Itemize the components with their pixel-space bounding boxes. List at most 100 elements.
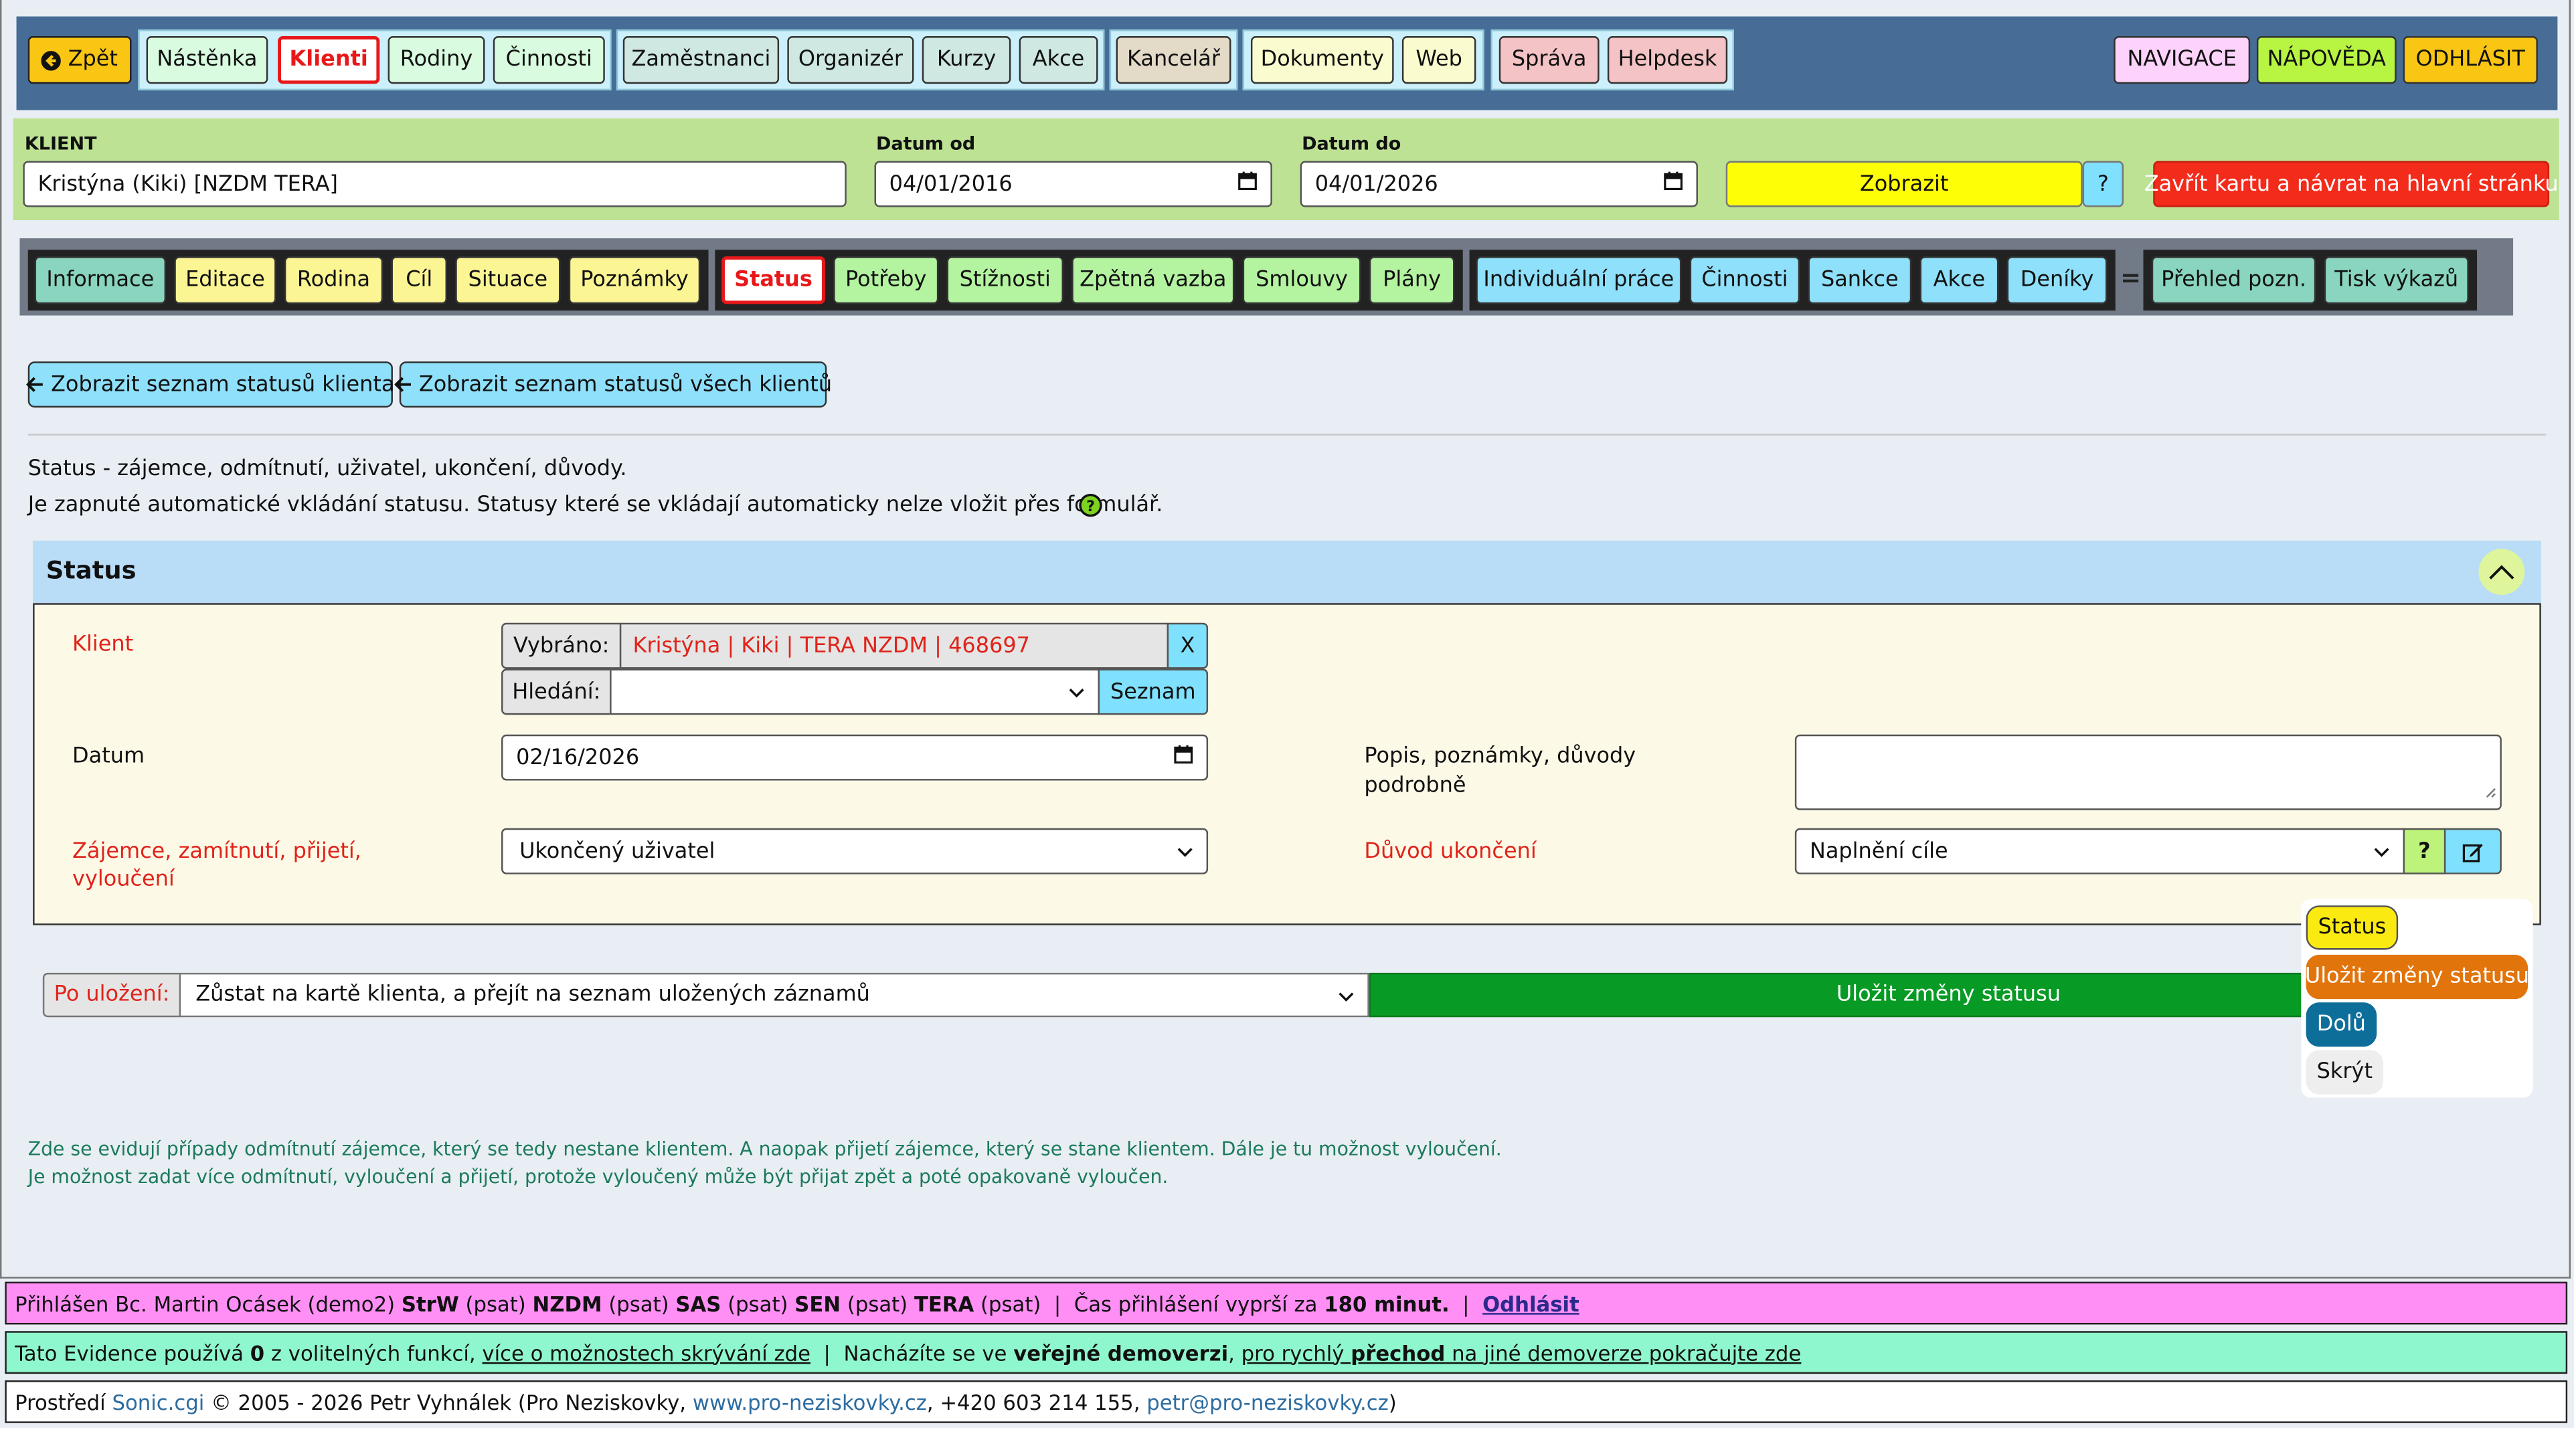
- close-card-button[interactable]: Zavřít kartu a návrat na hlavní stránku: [2144, 161, 2559, 207]
- footer-logout-link[interactable]: Odhlásit: [1482, 1291, 1579, 1315]
- date-from-input[interactable]: 04/01/2016: [874, 161, 1272, 207]
- footer-separator: |: [1053, 1291, 1061, 1315]
- client-search-select[interactable]: [610, 668, 1100, 715]
- svg-text:?: ?: [1086, 498, 1095, 515]
- tab-cil[interactable]: Cíl: [391, 256, 448, 304]
- role-sen-perm: (psat): [847, 1291, 908, 1315]
- list-client-statuses-button[interactable]: Zobrazit seznam statusů klienta: [26, 361, 394, 408]
- tab-potreby[interactable]: Potřeby: [833, 256, 939, 304]
- app-root: Zpět Nástěnka Klienti Rodiny Činnosti Za…: [0, 0, 2574, 1429]
- role-tera: TERA: [914, 1291, 974, 1315]
- reason-select[interactable]: Naplnění cíle: [1794, 828, 2405, 875]
- nav-web[interactable]: Web: [1401, 36, 1476, 84]
- expire-value: 180 minut.: [1324, 1291, 1450, 1315]
- help-circle-icon[interactable]: ?: [1078, 493, 1103, 518]
- client-label: KLIENT: [24, 132, 97, 155]
- demo-switch-link[interactable]: pro rychlý přechod na jiné demoverze pok…: [1241, 1340, 1802, 1365]
- nav-kancelar[interactable]: Kancelář: [1116, 36, 1231, 84]
- content-border-left: [0, 0, 2, 1279]
- demo-link-a: pro rychlý: [1241, 1340, 1345, 1365]
- tab-editace[interactable]: Editace: [174, 256, 276, 304]
- demo-prefix: Nacházíte se ve: [843, 1340, 1007, 1365]
- nav-kurzy[interactable]: Kurzy: [922, 36, 1011, 84]
- status-date-input[interactable]: 02/16/2026: [501, 734, 1209, 781]
- tab-informace[interactable]: Informace: [34, 256, 167, 304]
- reason-edit-button[interactable]: [2443, 828, 2502, 875]
- tab-status[interactable]: Status: [721, 256, 825, 304]
- notes-label-line-2: podrobně: [1364, 774, 1466, 799]
- list-all-statuses-label: Zobrazit seznam statusů všech klientů: [418, 372, 833, 397]
- nav-cinnosti[interactable]: Činnosti: [493, 36, 605, 84]
- status-panel-title: Status: [46, 555, 137, 585]
- chevron-down-icon: [2373, 839, 2390, 864]
- nav-klienti[interactable]: Klienti: [278, 36, 380, 84]
- optional-link[interactable]: více o možnostech skrývání zde: [482, 1340, 810, 1365]
- show-button[interactable]: Zobrazit: [1725, 161, 2083, 207]
- nav-helpdesk[interactable]: Helpdesk: [1607, 36, 1728, 84]
- footer-separator: |: [823, 1340, 831, 1365]
- filter-help-button[interactable]: ?: [2082, 161, 2124, 207]
- notes-textarea[interactable]: [1794, 734, 2502, 810]
- calendar-icon[interactable]: [1174, 745, 1193, 771]
- tab-situace[interactable]: Situace: [455, 256, 561, 304]
- list-all-statuses-button[interactable]: Zobrazit seznam statusů všech klientů: [394, 361, 832, 408]
- date-to-input[interactable]: 04/01/2026: [1300, 161, 1698, 207]
- clear-client-button[interactable]: X: [1167, 622, 1209, 669]
- collapse-chevron-icon[interactable]: [2478, 549, 2525, 596]
- chevron-down-icon: [1177, 839, 1193, 864]
- role-strw: StrW: [401, 1291, 459, 1315]
- nav-sprava[interactable]: Správa: [1498, 36, 1600, 84]
- tab-akce[interactable]: Akce: [1919, 256, 1999, 304]
- client-list-button[interactable]: Seznam: [1098, 668, 1209, 715]
- divider: [27, 434, 2547, 436]
- logout-button[interactable]: ODHLÁSIT: [2403, 36, 2538, 84]
- tab-tisk-vykazu[interactable]: Tisk výkazů: [2324, 256, 2469, 304]
- quick-hide-button[interactable]: Skrýt: [2306, 1050, 2384, 1095]
- tab-individualni-prace[interactable]: Individuální práce: [1476, 256, 1682, 304]
- web-link[interactable]: www.pro-neziskovky.cz: [693, 1389, 927, 1414]
- mail-link[interactable]: petr@pro-neziskovky.cz: [1146, 1389, 1388, 1414]
- tab-sankce[interactable]: Sankce: [1808, 256, 1912, 304]
- content-border-bottom: [0, 1277, 2571, 1279]
- quick-save-button[interactable]: Uložit změny statusu: [2305, 954, 2529, 1000]
- tab-prehled-pozn[interactable]: Přehled pozn.: [2151, 256, 2316, 304]
- tab-smlouvy[interactable]: Smlouvy: [1242, 256, 1361, 304]
- status-type-select[interactable]: Ukončený uživatel: [501, 828, 1209, 875]
- nav-organizer[interactable]: Organizér: [787, 36, 914, 84]
- intro-line-2: Je zapnuté automatické vkládání statusu.…: [27, 492, 1163, 518]
- tab-poznamky[interactable]: Poznámky: [568, 256, 701, 304]
- quick-status-button[interactable]: Status: [2306, 905, 2399, 950]
- back-button[interactable]: Zpět: [27, 36, 132, 84]
- role-tera-perm: (psat): [980, 1291, 1041, 1315]
- env-phone: , +420 603 214 155,: [926, 1389, 1140, 1415]
- nav-zamestnanci[interactable]: Zaměstnanci: [622, 36, 780, 84]
- tab-plany[interactable]: Plány: [1369, 256, 1455, 304]
- client-field[interactable]: Kristýna (Kiki) [NZDM TERA]: [23, 161, 847, 207]
- calendar-icon[interactable]: [1663, 171, 1683, 197]
- tab-zpetna-vazba[interactable]: Zpětná vazba: [1071, 256, 1235, 304]
- after-save-select[interactable]: Zůstat na kartě klienta, a přejít na sez…: [179, 972, 1369, 1018]
- env-prefix: Prostředí: [15, 1389, 106, 1415]
- nav-dokumenty[interactable]: Dokumenty: [1250, 36, 1394, 84]
- sonic-link[interactable]: Sonic.cgi: [112, 1389, 205, 1414]
- tab-stiznosti[interactable]: Stížnosti: [946, 256, 1063, 304]
- tab-deniky[interactable]: Deníky: [2006, 256, 2108, 304]
- tab-cinnosti[interactable]: Činnosti: [1689, 256, 1800, 304]
- role-sas-perm: (psat): [727, 1291, 788, 1315]
- resize-handle-icon[interactable]: [2485, 781, 2496, 806]
- status-panel-header: [33, 540, 2541, 604]
- nav-rodiny[interactable]: Rodiny: [388, 36, 485, 84]
- help-button[interactable]: NÁPOVĚDA: [2256, 36, 2397, 84]
- quick-down-button[interactable]: Dolů: [2306, 1002, 2377, 1047]
- nav-akce[interactable]: Akce: [1019, 36, 1098, 84]
- calendar-icon[interactable]: [1237, 171, 1257, 197]
- tab-separator: =: [2120, 262, 2142, 293]
- status-date-value: 02/16/2026: [516, 745, 640, 770]
- date-from-value: 04/01/2016: [889, 171, 1013, 197]
- client-form-label: Klient: [72, 632, 134, 658]
- nav-nastenka[interactable]: Nástěnka: [146, 36, 268, 84]
- navigation-button[interactable]: NAVIGACE: [2114, 36, 2251, 84]
- env-copyright: © 2005 - 2026 Petr Vyhnálek (Pro Nezisko…: [211, 1389, 687, 1415]
- reason-help-button[interactable]: ?: [2403, 828, 2446, 875]
- tab-rodina[interactable]: Rodina: [284, 256, 383, 304]
